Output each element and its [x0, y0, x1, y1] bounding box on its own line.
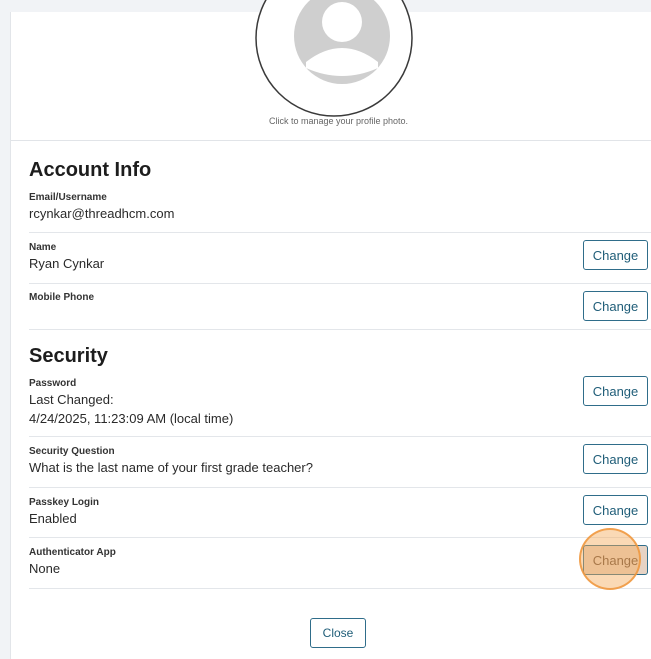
authenticator-app-row: Authenticator App None Change — [29, 538, 651, 589]
authenticator-app-label: Authenticator App — [29, 547, 116, 558]
account-info-title: Account Info — [29, 159, 152, 181]
email-row: Email/Username rcynkar@threadhcm.com — [29, 190, 651, 233]
password-label: Password — [29, 378, 77, 389]
close-button[interactable]: Close — [310, 618, 366, 648]
passkey-login-row: Passkey Login Enabled Change — [29, 488, 651, 538]
security-question-row: Security Question What is the last name … — [29, 437, 651, 488]
avatar[interactable] — [246, 0, 422, 118]
change-passkey-login-button[interactable]: Change — [583, 495, 648, 525]
password-last-changed-value: 4/24/2025, 11:23:09 AM (local time) — [29, 411, 234, 426]
change-authenticator-app-button[interactable]: Change — [583, 545, 648, 575]
password-row: Password Last Changed: 4/24/2025, 11:23:… — [29, 376, 651, 437]
change-name-button[interactable]: Change — [583, 240, 648, 270]
account-panel: Click to manage your profile photo. Acco… — [10, 0, 651, 659]
mobile-phone-row: Mobile Phone Change — [29, 284, 651, 330]
email-label: Email/Username — [29, 192, 107, 203]
profile-photo-area[interactable]: Click to manage your profile photo. — [11, 0, 651, 141]
mobile-phone-label: Mobile Phone — [29, 292, 94, 303]
passkey-login-value: Enabled — [29, 511, 77, 526]
passkey-login-label: Passkey Login — [29, 497, 100, 508]
name-label: Name — [29, 242, 57, 253]
authenticator-app-value: None — [29, 561, 61, 576]
avatar-icon — [255, 0, 413, 117]
change-mobile-phone-button[interactable]: Change — [583, 291, 648, 321]
change-password-button[interactable]: Change — [583, 376, 648, 406]
name-value: Ryan Cynkar — [29, 256, 105, 271]
security-question-value: What is the last name of your first grad… — [29, 460, 313, 475]
security-question-label: Security Question — [29, 446, 115, 457]
photo-caption: Click to manage your profile photo. — [268, 116, 409, 126]
name-row: Name Ryan Cynkar Change — [29, 233, 651, 284]
password-last-changed-label: Last Changed: — [29, 392, 114, 407]
email-value: rcynkar@threadhcm.com — [29, 206, 175, 221]
change-security-question-button[interactable]: Change — [583, 444, 648, 474]
security-title: Security — [29, 345, 108, 367]
